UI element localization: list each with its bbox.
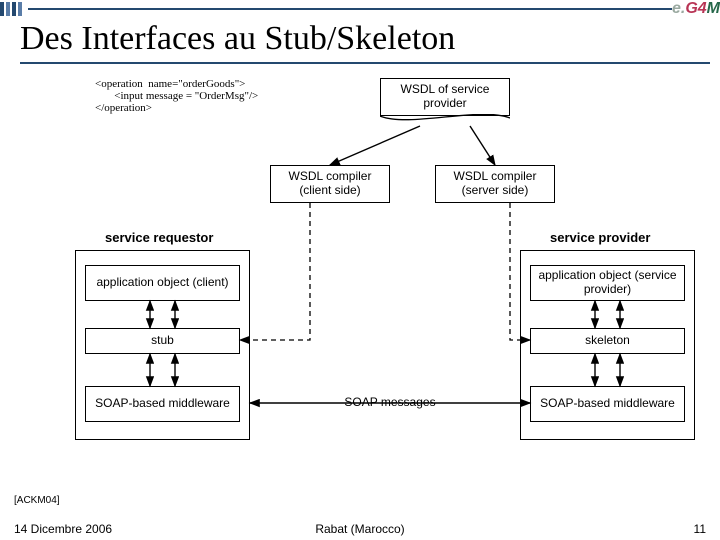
citation: [ACKM04]	[14, 495, 60, 506]
label-service-provider: service provider	[550, 230, 650, 245]
top-decoration: e.G4M	[0, 0, 720, 18]
doc-curve-icon	[380, 114, 510, 128]
label-soap-messages: SOAP messages	[330, 390, 450, 416]
footer-location: Rabat (Marocco)	[315, 522, 404, 536]
wsdl-code-snippet: <operation name="orderGoods"> <input mes…	[95, 78, 258, 114]
box-wsdl-provider: WSDL of service provider	[380, 78, 510, 116]
footer-date: 14 Dicembre 2006	[14, 522, 112, 536]
box-soap-mw-right: SOAP-based middleware	[530, 386, 685, 422]
diagram-canvas: <operation name="orderGoods"> <input mes…	[10, 70, 710, 470]
label-service-requestor: service requestor	[105, 230, 213, 245]
page-title: Des Interfaces au Stub/Skeleton	[20, 20, 710, 64]
box-app-server: application object (service provider)	[530, 265, 685, 301]
box-soap-mw-left: SOAP-based middleware	[85, 386, 240, 422]
box-skeleton: skeleton	[530, 328, 685, 354]
footer-page: 11	[694, 522, 706, 536]
box-stub: stub	[85, 328, 240, 354]
logo: e.G4M	[672, 0, 720, 18]
box-wsdl-compiler-server: WSDL compiler (server side)	[435, 165, 555, 203]
box-app-client: application object (client)	[85, 265, 240, 301]
box-wsdl-compiler-client: WSDL compiler (client side)	[270, 165, 390, 203]
